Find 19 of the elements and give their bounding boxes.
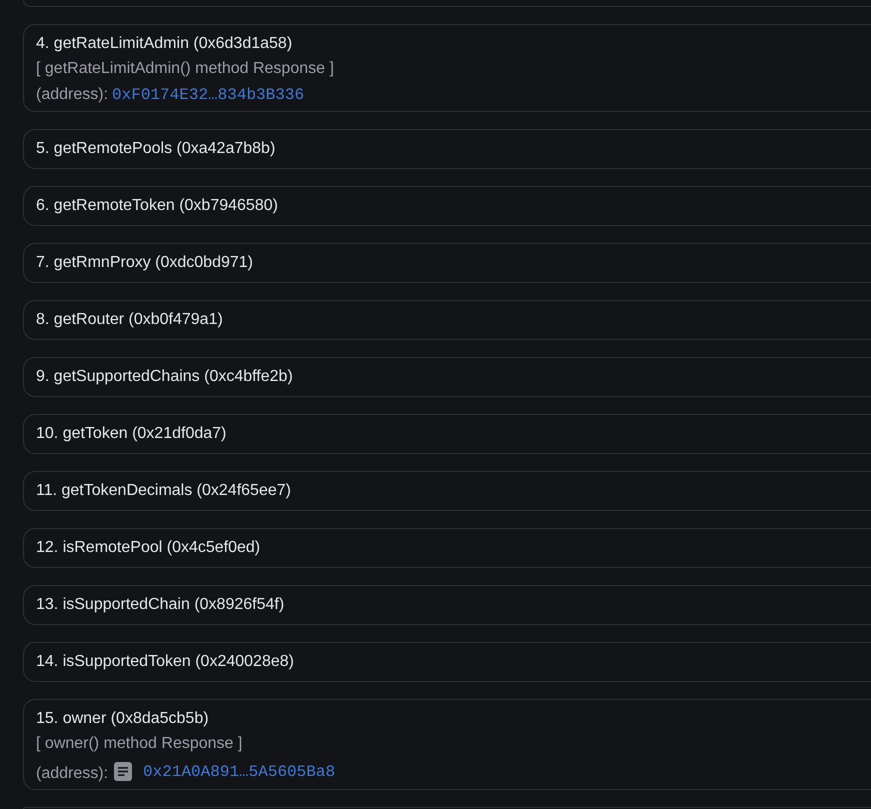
address-link[interactable]: 0xF0174E32…834b3B336	[112, 84, 304, 106]
method-title[interactable]: 7. getRmnProxy (0xdc0bd971)	[36, 251, 253, 275]
method-title[interactable]: 12. isRemotePool (0x4c5ef0ed)	[36, 536, 260, 560]
document-icon[interactable]	[114, 762, 132, 781]
method-title[interactable]: 5. getRemotePools (0xa42a7b8b)	[36, 137, 276, 161]
type-label: (address):	[36, 764, 108, 784]
method-title[interactable]: 11. getTokenDecimals (0x24f65ee7)	[36, 479, 291, 503]
address-link[interactable]: 0x21A0A891…5A5605Ba8	[143, 760, 336, 782]
method-title[interactable]: 14. isSupportedToken (0x240028e8)	[36, 650, 294, 674]
response-heading: [ owner() method Response ]	[36, 734, 242, 754]
method-title[interactable]: 6. getRemoteToken (0xb7946580)	[36, 194, 278, 218]
type-label: (address):	[36, 85, 108, 105]
response-heading: [ getRateLimitAdmin() method Response ]	[36, 59, 334, 79]
method-title[interactable]: 9. getSupportedChains (0xc4bffe2b)	[36, 365, 293, 389]
method-title[interactable]: 13. isSupportedChain (0x8926f54f)	[36, 593, 284, 617]
method-title[interactable]: 8. getRouter (0xb0f479a1)	[36, 308, 223, 332]
method-title[interactable]: 15. owner (0x8da5cb5b)	[36, 707, 209, 731]
method-title[interactable]: 10. getToken (0x21df0da7)	[36, 422, 226, 446]
method-title[interactable]: 4. getRateLimitAdmin (0x6d3d1a58)	[36, 32, 292, 56]
